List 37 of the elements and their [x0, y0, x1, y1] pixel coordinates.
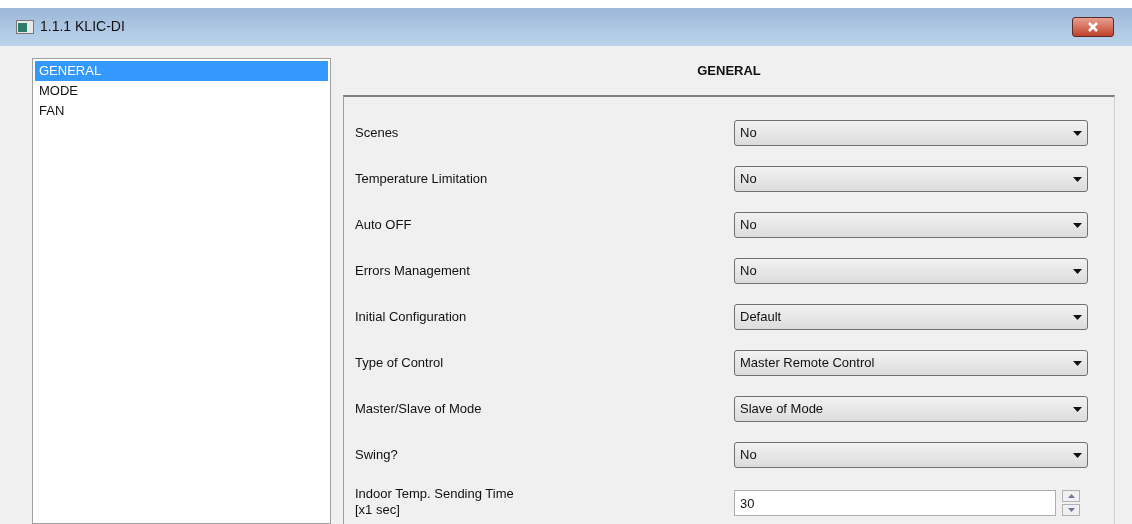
dropdown[interactable]: No [734, 166, 1088, 192]
dropdown[interactable]: Slave of Mode [734, 396, 1088, 422]
parameter-unit: [x1 sec] [355, 502, 401, 518]
caret-icon [1073, 222, 1082, 228]
window-icon [16, 19, 34, 34]
caret-icon [1073, 452, 1082, 458]
list-item[interactable]: MODE [35, 81, 328, 101]
caret-icon [1073, 360, 1082, 366]
parameter-label: Errors Management [355, 263, 471, 279]
parameter-label: Temperature Limitation [355, 171, 489, 187]
caret-icon [1073, 314, 1082, 320]
section-heading: GENERAL [697, 62, 761, 80]
close-button[interactable] [1072, 16, 1114, 37]
parameter-label: Type of Control [355, 355, 445, 371]
caret-icon [1073, 268, 1082, 274]
parameter-label: Scenes [355, 125, 400, 141]
dropdown[interactable]: No [734, 442, 1088, 468]
up-arrow-icon [1067, 494, 1075, 498]
close-icon [1087, 21, 1099, 32]
caret-icon [1073, 176, 1082, 182]
parameter-label: Indoor Temp. Sending Time [355, 486, 515, 502]
dropdown[interactable]: No [734, 258, 1088, 284]
down-arrow-icon [1067, 508, 1075, 512]
parameter-label: Auto OFF [355, 217, 413, 233]
caret-icon [1073, 130, 1082, 136]
window-title: 1.1.1 KLIC-DI [40, 17, 125, 37]
dropdown[interactable]: Master Remote Control [734, 350, 1088, 376]
spin-buttons[interactable] [1062, 490, 1080, 516]
list-item[interactable]: FAN [35, 101, 328, 121]
dropdown[interactable]: No [734, 212, 1088, 238]
caret-icon [1073, 406, 1082, 412]
dropdown[interactable]: No [734, 120, 1088, 146]
parameter-label: Swing? [355, 447, 399, 463]
parameter-label: Initial Configuration [355, 309, 468, 325]
number-field[interactable]: 30 [734, 490, 1056, 516]
dropdown[interactable]: Default [734, 304, 1088, 330]
parameter-label: Master/Slave of Mode [355, 401, 483, 417]
